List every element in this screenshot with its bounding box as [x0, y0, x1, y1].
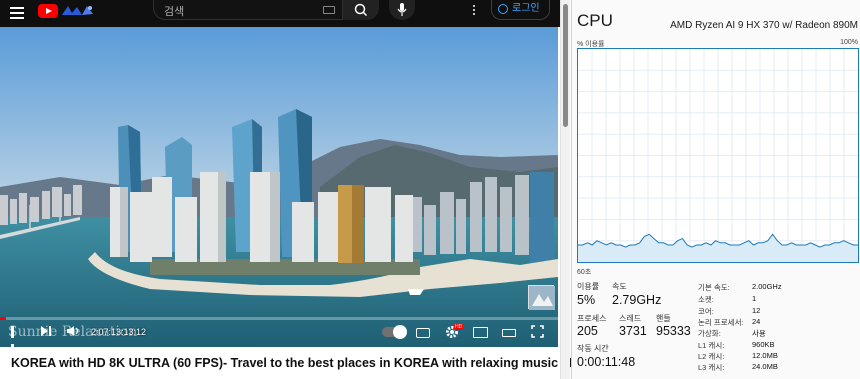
detail-value: 12.0MB [752, 351, 778, 360]
detail-value: 24.0MB [752, 362, 778, 371]
search-input[interactable]: 검색 [164, 3, 184, 19]
keyboard-icon[interactable] [323, 6, 335, 14]
next-icon[interactable] [40, 325, 52, 337]
uptime-label: 작동 시간 [577, 344, 609, 353]
search-icon [354, 3, 368, 17]
user-icon [498, 4, 508, 14]
detail-value: 960KB [752, 340, 775, 349]
detail-label: L2 캐시: [698, 352, 725, 361]
search-box[interactable]: 검색 [153, 0, 343, 20]
pause-icon[interactable] [11, 325, 22, 347]
voice-search-button[interactable] [389, 0, 415, 20]
video-frame [0, 27, 558, 347]
cpu-utilization-graph [577, 48, 859, 263]
speed-value: 2.79GHz [612, 293, 662, 307]
detail-value: 2.00GHz [752, 282, 782, 291]
login-button[interactable]: 로그인 [491, 0, 550, 20]
doodle-logo-icon[interactable] [60, 3, 96, 19]
detail-value: 12 [752, 306, 761, 315]
utilization-value: 5% [577, 293, 596, 307]
uptime-value: 0:00:11:48 [577, 355, 636, 369]
channel-watermark-logo[interactable] [528, 285, 555, 310]
video-time: 2:07:13:13:12 [91, 327, 147, 337]
detail-value: 24 [752, 317, 761, 326]
cpu-title: CPU [577, 11, 613, 30]
progress-bar-fill [0, 317, 6, 320]
detail-label: 기본 속도: [698, 283, 730, 292]
progress-bar[interactable] [0, 317, 558, 320]
detail-value: 1 [752, 294, 757, 303]
scrollbar-thumb[interactable] [563, 4, 568, 127]
speed-label: 속도 [612, 282, 627, 291]
detail-value: 사용 [752, 329, 766, 338]
detail-label: L1 캐시: [698, 341, 725, 350]
search-button[interactable] [343, 0, 379, 20]
youtube-scrollbar[interactable] [560, 0, 570, 379]
youtube-header: 검색 로그인 [0, 0, 560, 27]
detail-label: 가상화: [698, 329, 721, 338]
login-label: 로그인 [512, 3, 540, 14]
subtitles-icon[interactable] [416, 328, 430, 338]
theater-mode-icon[interactable] [502, 329, 516, 337]
volume-icon[interactable] [66, 325, 80, 337]
utilization-label: 이용률 [577, 282, 600, 291]
detail-label: L3 캐시: [698, 363, 725, 372]
graph-max-label: 100% [840, 39, 858, 46]
handles-value: 95333 [656, 324, 691, 338]
threads-label: 스레드 [619, 314, 642, 323]
graph-time-label: 60초 [577, 269, 592, 276]
detail-label: 논리 프로세서: [698, 318, 744, 327]
threads-value: 3731 [619, 324, 647, 338]
channel-logo-icon [529, 286, 555, 310]
video-player[interactable]: Sunnie Relaxation 2:07:13:13:12 HD [0, 27, 558, 347]
processes-label: 프로세스 [577, 314, 607, 323]
cpu-graph-svg [578, 49, 858, 262]
video-title: KOREA with HD 8K ULTRA (60 FPS)- Travel … [11, 356, 597, 370]
detail-label: 코어: [698, 307, 714, 316]
youtube-window: 검색 로그인 Sunnie Relaxation 2:07:13:13:12 H… [0, 0, 597, 379]
autoplay-toggle[interactable] [382, 325, 407, 339]
miniplayer-icon[interactable] [473, 327, 488, 338]
menu-icon[interactable] [10, 7, 24, 19]
fullscreen-icon[interactable] [531, 325, 544, 338]
processes-value: 205 [577, 324, 598, 338]
microphone-icon [397, 3, 407, 16]
youtube-logo-icon[interactable] [38, 4, 58, 18]
cpu-model-name: AMD Ryzen AI 9 HX 370 w/ Radeon 890M [670, 20, 858, 31]
detail-label: 소켓: [698, 295, 714, 304]
hd-badge: HD [454, 324, 464, 330]
task-manager-cpu-panel: CPU AMD Ryzen AI 9 HX 370 w/ Radeon 890M… [571, 0, 860, 379]
handles-label: 핸들 [656, 314, 671, 323]
more-options-icon[interactable] [472, 5, 476, 17]
